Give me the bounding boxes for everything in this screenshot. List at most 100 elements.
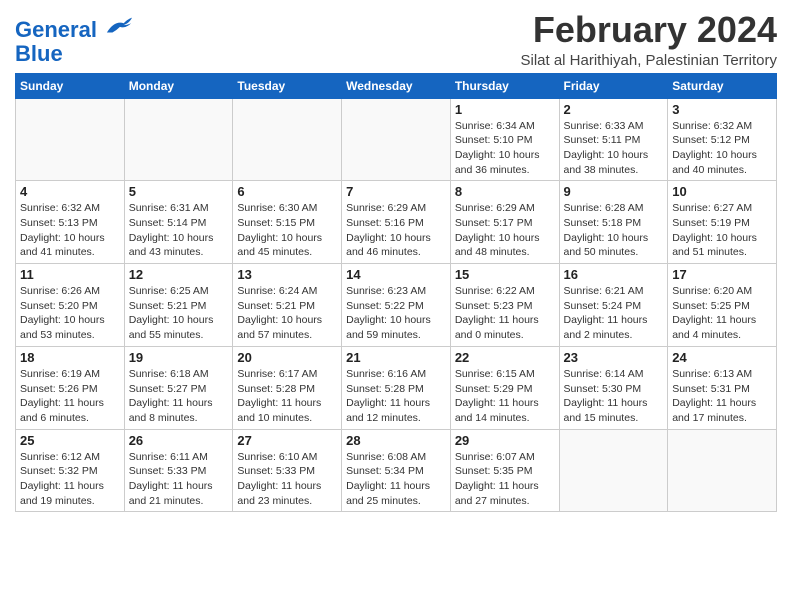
calendar-week-1: 1 Sunrise: 6:34 AM Sunset: 5:10 PM Daylig… — [16, 98, 777, 181]
calendar-cell — [124, 98, 233, 181]
calendar-cell: 6 Sunrise: 6:30 AM Sunset: 5:15 PM Daylig… — [233, 181, 342, 264]
day-number: 1 — [455, 102, 555, 117]
day-info: Sunrise: 6:21 AM Sunset: 5:24 PM Dayligh… — [564, 284, 664, 343]
calendar-cell: 14Sunrise: 6:23 AM Sunset: 5:22 PM Dayli… — [342, 264, 451, 347]
calendar-cell: 2 Sunrise: 6:33 AM Sunset: 5:11 PM Daylig… — [559, 98, 668, 181]
day-number: 27 — [237, 433, 337, 448]
day-number: 25 — [20, 433, 120, 448]
day-info: Sunrise: 6:22 AM Sunset: 5:23 PM Dayligh… — [455, 284, 555, 343]
logo-bird-icon — [105, 15, 133, 37]
month-title: February 2024 — [520, 10, 777, 50]
day-info: Sunrise: 6:17 AM Sunset: 5:28 PM Dayligh… — [237, 367, 337, 426]
day-info: Sunrise: 6:08 AM Sunset: 5:34 PM Dayligh… — [346, 450, 446, 509]
calendar-cell: 28Sunrise: 6:08 AM Sunset: 5:34 PM Dayli… — [342, 429, 451, 512]
header-row: SundayMondayTuesdayWednesdayThursdayFrid… — [16, 73, 777, 98]
day-number: 19 — [129, 350, 229, 365]
day-info: Sunrise: 6:13 AM Sunset: 5:31 PM Dayligh… — [672, 367, 772, 426]
day-info: Sunrise: 6:31 AM Sunset: 5:14 PM Dayligh… — [129, 201, 229, 260]
calendar-cell: 25 Sunrise: 6:12 AM Sunset: 5:32 PM Dayli… — [16, 429, 125, 512]
day-info: Sunrise: 6:10 AM Sunset: 5:33 PM Dayligh… — [237, 450, 337, 509]
day-info: Sunrise: 6:33 AM Sunset: 5:11 PM Dayligh… — [564, 119, 664, 178]
day-info: Sunrise: 6:07 AM Sunset: 5:35 PM Dayligh… — [455, 450, 555, 509]
day-number: 16 — [564, 267, 664, 282]
day-number: 23 — [564, 350, 664, 365]
day-info: Sunrise: 6:34 AM Sunset: 5:10 PM Dayligh… — [455, 119, 555, 178]
day-info: Sunrise: 6:27 AM Sunset: 5:19 PM Dayligh… — [672, 201, 772, 260]
header-day-tuesday: Tuesday — [233, 73, 342, 98]
day-number: 8 — [455, 184, 555, 199]
logo: General Blue — [15, 18, 133, 66]
day-info: Sunrise: 6:15 AM Sunset: 5:29 PM Dayligh… — [455, 367, 555, 426]
calendar-cell: 20 Sunrise: 6:17 AM Sunset: 5:28 PM Dayli… — [233, 346, 342, 429]
day-number: 18 — [20, 350, 120, 365]
calendar-week-3: 11Sunrise: 6:26 AM Sunset: 5:20 PM Dayli… — [16, 264, 777, 347]
calendar-cell: 1 Sunrise: 6:34 AM Sunset: 5:10 PM Daylig… — [450, 98, 559, 181]
header-day-sunday: Sunday — [16, 73, 125, 98]
header-day-monday: Monday — [124, 73, 233, 98]
header-day-saturday: Saturday — [668, 73, 777, 98]
calendar-week-4: 18 Sunrise: 6:19 AM Sunset: 5:26 PM Dayli… — [16, 346, 777, 429]
day-number: 24 — [672, 350, 772, 365]
day-info: Sunrise: 6:32 AM Sunset: 5:13 PM Dayligh… — [20, 201, 120, 260]
day-number: 3 — [672, 102, 772, 117]
calendar-table: SundayMondayTuesdayWednesdayThursdayFrid… — [15, 73, 777, 513]
day-info: Sunrise: 6:16 AM Sunset: 5:28 PM Dayligh… — [346, 367, 446, 426]
calendar-week-5: 25 Sunrise: 6:12 AM Sunset: 5:32 PM Dayli… — [16, 429, 777, 512]
day-number: 11 — [20, 267, 120, 282]
day-info: Sunrise: 6:19 AM Sunset: 5:26 PM Dayligh… — [20, 367, 120, 426]
header-day-wednesday: Wednesday — [342, 73, 451, 98]
day-number: 13 — [237, 267, 337, 282]
calendar-cell — [16, 98, 125, 181]
calendar-cell: 16 Sunrise: 6:21 AM Sunset: 5:24 PM Dayli… — [559, 264, 668, 347]
day-number: 10 — [672, 184, 772, 199]
day-number: 20 — [237, 350, 337, 365]
day-info: Sunrise: 6:12 AM Sunset: 5:32 PM Dayligh… — [20, 450, 120, 509]
day-info: Sunrise: 6:28 AM Sunset: 5:18 PM Dayligh… — [564, 201, 664, 260]
day-number: 2 — [564, 102, 664, 117]
day-info: Sunrise: 6:24 AM Sunset: 5:21 PM Dayligh… — [237, 284, 337, 343]
day-number: 21 — [346, 350, 446, 365]
day-info: Sunrise: 6:32 AM Sunset: 5:12 PM Dayligh… — [672, 119, 772, 178]
day-number: 26 — [129, 433, 229, 448]
day-info: Sunrise: 6:29 AM Sunset: 5:16 PM Dayligh… — [346, 201, 446, 260]
day-number: 7 — [346, 184, 446, 199]
calendar-cell — [233, 98, 342, 181]
header-day-thursday: Thursday — [450, 73, 559, 98]
day-number: 9 — [564, 184, 664, 199]
calendar-cell — [668, 429, 777, 512]
day-info: Sunrise: 6:14 AM Sunset: 5:30 PM Dayligh… — [564, 367, 664, 426]
day-number: 17 — [672, 267, 772, 282]
calendar-cell: 12Sunrise: 6:25 AM Sunset: 5:21 PM Dayli… — [124, 264, 233, 347]
day-number: 15 — [455, 267, 555, 282]
calendar-cell: 26Sunrise: 6:11 AM Sunset: 5:33 PM Dayli… — [124, 429, 233, 512]
day-number: 6 — [237, 184, 337, 199]
calendar-cell: 8Sunrise: 6:29 AM Sunset: 5:17 PM Daylig… — [450, 181, 559, 264]
calendar-cell: 10 Sunrise: 6:27 AM Sunset: 5:19 PM Dayli… — [668, 181, 777, 264]
logo-blue: Blue — [15, 41, 63, 66]
calendar-cell: 9 Sunrise: 6:28 AM Sunset: 5:18 PM Daylig… — [559, 181, 668, 264]
day-info: Sunrise: 6:30 AM Sunset: 5:15 PM Dayligh… — [237, 201, 337, 260]
calendar-cell: 29 Sunrise: 6:07 AM Sunset: 5:35 PM Dayli… — [450, 429, 559, 512]
calendar-cell: 4 Sunrise: 6:32 AM Sunset: 5:13 PM Daylig… — [16, 181, 125, 264]
calendar-cell: 15 Sunrise: 6:22 AM Sunset: 5:23 PM Dayli… — [450, 264, 559, 347]
calendar-cell — [342, 98, 451, 181]
day-number: 4 — [20, 184, 120, 199]
day-info: Sunrise: 6:25 AM Sunset: 5:21 PM Dayligh… — [129, 284, 229, 343]
day-number: 22 — [455, 350, 555, 365]
calendar-cell: 19 Sunrise: 6:18 AM Sunset: 5:27 PM Dayli… — [124, 346, 233, 429]
title-block: February 2024 Silat al Harithiyah, Pales… — [520, 10, 777, 69]
calendar-cell: 21 Sunrise: 6:16 AM Sunset: 5:28 PM Dayli… — [342, 346, 451, 429]
day-number: 29 — [455, 433, 555, 448]
calendar-cell: 3 Sunrise: 6:32 AM Sunset: 5:12 PM Daylig… — [668, 98, 777, 181]
page-header: General Blue February 2024 Silat al Hari… — [15, 10, 777, 69]
logo-general: General — [15, 17, 97, 42]
calendar-body: 1 Sunrise: 6:34 AM Sunset: 5:10 PM Daylig… — [16, 98, 777, 512]
logo-text: General Blue — [15, 18, 133, 66]
calendar-cell: 7 Sunrise: 6:29 AM Sunset: 5:16 PM Daylig… — [342, 181, 451, 264]
calendar-cell: 17Sunrise: 6:20 AM Sunset: 5:25 PM Dayli… — [668, 264, 777, 347]
calendar-cell: 5Sunrise: 6:31 AM Sunset: 5:14 PM Daylig… — [124, 181, 233, 264]
day-info: Sunrise: 6:18 AM Sunset: 5:27 PM Dayligh… — [129, 367, 229, 426]
calendar-cell — [559, 429, 668, 512]
location-title: Silat al Harithiyah, Palestinian Territo… — [520, 52, 777, 69]
header-day-friday: Friday — [559, 73, 668, 98]
